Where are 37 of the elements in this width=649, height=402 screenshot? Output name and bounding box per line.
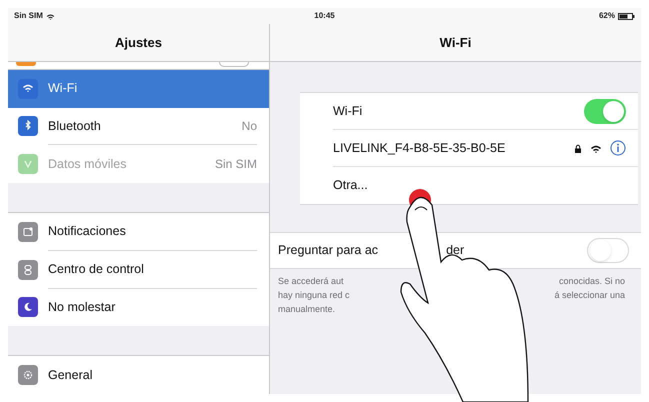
row-label[interactable]: Otra...	[333, 176, 368, 195]
sidebar-item[interactable]: Centro de control	[8, 250, 269, 289]
toggle-switch[interactable]	[587, 238, 629, 263]
sidebar-item[interactable]: No molestar	[8, 288, 269, 326]
sidebar-title: Ajustes	[115, 34, 162, 52]
carrier-label: Sin SIM	[14, 10, 43, 22]
row-label: der	[446, 242, 464, 260]
item-label: Wi-Fi	[48, 80, 78, 98]
clock-time: 10:45	[314, 10, 335, 22]
footer-text: á seleccionar una	[554, 289, 625, 301]
item-value: Sin SIM	[214, 156, 257, 174]
wifi-signal-icon	[590, 144, 602, 152]
sidebar-item[interactable]: Bluetooth No	[8, 108, 269, 146]
network-name[interactable]: LIVELINK_F4-B8-5E-35-B0-5E	[333, 138, 506, 158]
battery-percent: 62%	[598, 10, 615, 22]
sidebar-item[interactable]: General	[8, 356, 269, 394]
item-label: Centro de control	[48, 260, 144, 278]
item-label: General	[48, 366, 92, 384]
item-value: No	[242, 118, 257, 135]
footer-text: conocidas. Si no	[558, 275, 625, 287]
toggle-switch[interactable]	[584, 98, 626, 124]
sidebar-item[interactable]: Notificaciones	[8, 213, 269, 251]
footer-text: manualmente.	[278, 303, 336, 315]
item-label: Notificaciones	[48, 223, 126, 240]
sidebar-item[interactable]: Wi-Fi	[8, 70, 269, 108]
wifi-signal-icon	[46, 12, 55, 20]
row-label: Wi-Fi	[333, 102, 362, 120]
item-label: Bluetooth	[48, 118, 101, 135]
item-label: Datos móviles	[48, 156, 126, 173]
info-icon[interactable]	[610, 140, 626, 156]
battery-icon	[618, 12, 635, 20]
row-label: Preguntar para ac	[278, 242, 378, 260]
footer-text: hay ninguna red c	[278, 289, 350, 301]
cut-off-app-icon	[16, 62, 36, 66]
footer-text: Se accederá aut	[278, 275, 344, 287]
page-title: Wi-Fi	[440, 34, 472, 52]
item-label: No molestar	[48, 299, 116, 316]
